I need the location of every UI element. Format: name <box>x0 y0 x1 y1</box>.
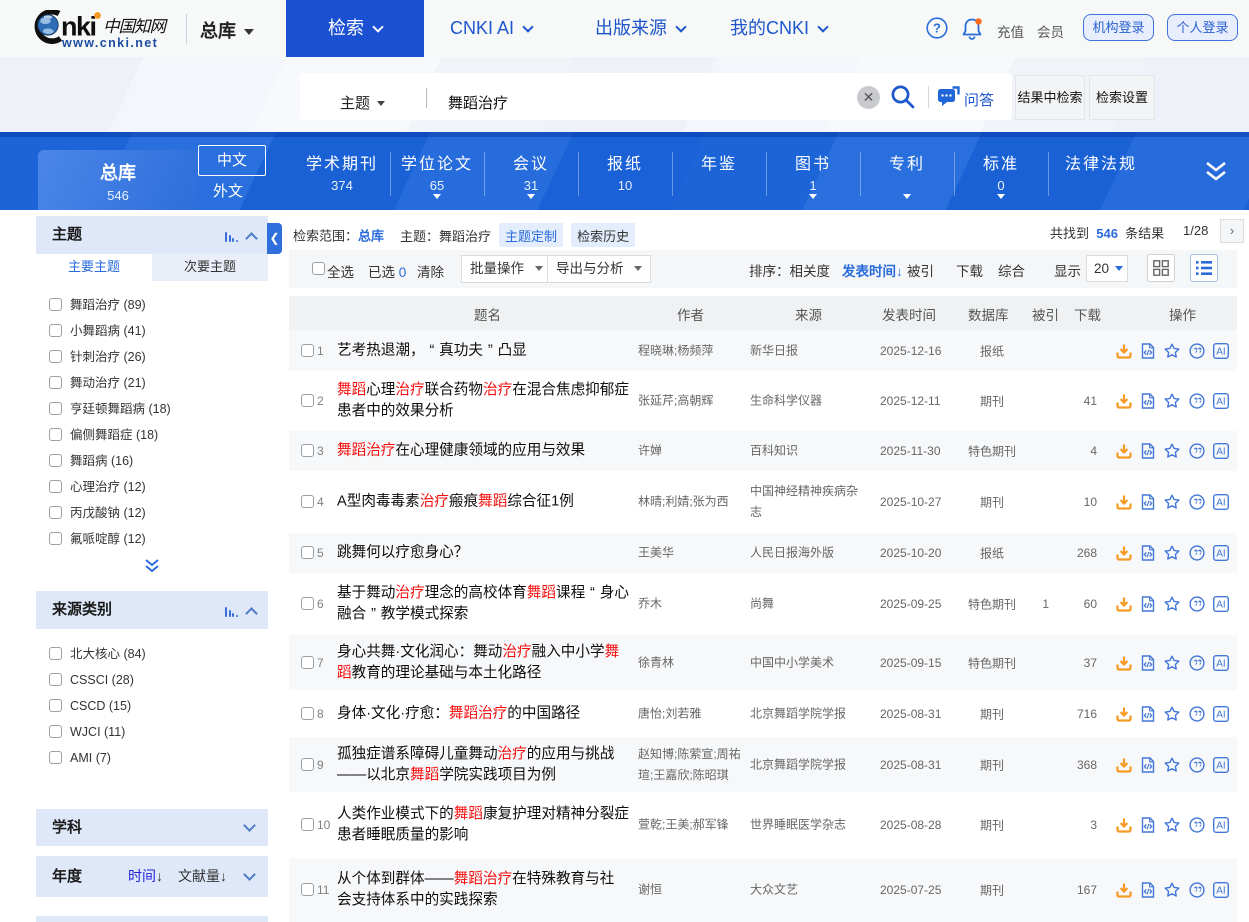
svg-text:中国知网: 中国知网 <box>103 18 169 36</box>
svg-text:?: ? <box>933 21 941 36</box>
svg-text:www.cnki.net: www.cnki.net <box>61 36 158 50</box>
